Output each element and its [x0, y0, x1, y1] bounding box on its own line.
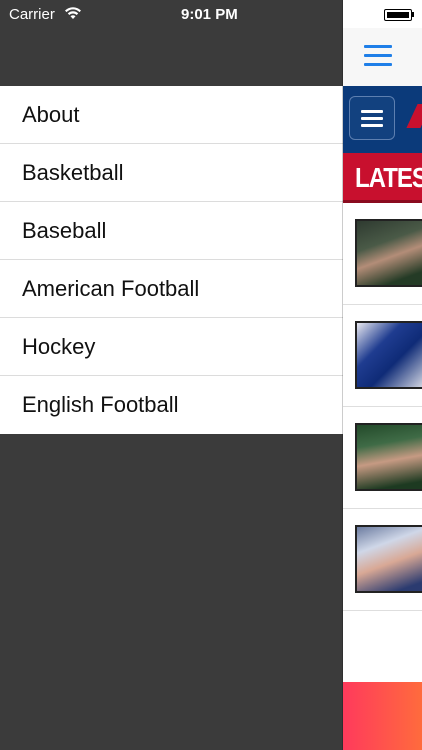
menu-item-label: Basketball — [22, 160, 124, 185]
status-bar: Carrier 9:01 PM — [0, 0, 343, 28]
battery-icon — [384, 9, 412, 21]
menu-item-baseball[interactable]: Baseball — [0, 202, 343, 260]
news-thumbnail — [355, 219, 422, 287]
team-header-bar — [343, 86, 422, 153]
menu-item-hockey[interactable]: Hockey — [0, 318, 343, 376]
menu-item-american-football[interactable]: American Football — [0, 260, 343, 318]
news-thumbnail — [355, 525, 422, 593]
team-logo-icon — [406, 104, 422, 128]
menu-item-label: English Football — [22, 392, 179, 417]
latest-label: LATEST — [355, 163, 422, 195]
menu-item-basketball[interactable]: Basketball — [0, 144, 343, 202]
status-time: 9:01 PM — [181, 6, 238, 23]
news-list-item[interactable] — [343, 203, 422, 305]
news-thumbnail — [355, 321, 422, 389]
sports-menu: About Basketball Baseball American Footb… — [0, 86, 343, 434]
menu-item-label: American Football — [22, 276, 200, 301]
hamburger-menu-icon[interactable] — [364, 45, 392, 67]
carrier-label: Carrier — [9, 6, 55, 23]
menu-item-label: About — [22, 102, 80, 127]
news-list-item[interactable] — [343, 509, 422, 611]
navigation-bar — [343, 28, 422, 87]
main-content-preview[interactable]: LATEST — [343, 0, 422, 750]
wifi-icon — [64, 6, 82, 20]
menu-item-label: Hockey — [22, 334, 96, 359]
latest-section-header: LATEST — [343, 153, 422, 203]
menu-item-label: Baseball — [22, 218, 107, 243]
battery-cap — [412, 12, 414, 17]
bottom-banner[interactable] — [343, 682, 422, 750]
team-menu-button[interactable] — [349, 96, 395, 140]
news-list-item[interactable] — [343, 407, 422, 509]
menu-item-english-football[interactable]: English Football — [0, 376, 343, 434]
news-list-item[interactable] — [343, 305, 422, 407]
news-thumbnail — [355, 423, 422, 491]
menu-item-about[interactable]: About — [0, 86, 343, 144]
